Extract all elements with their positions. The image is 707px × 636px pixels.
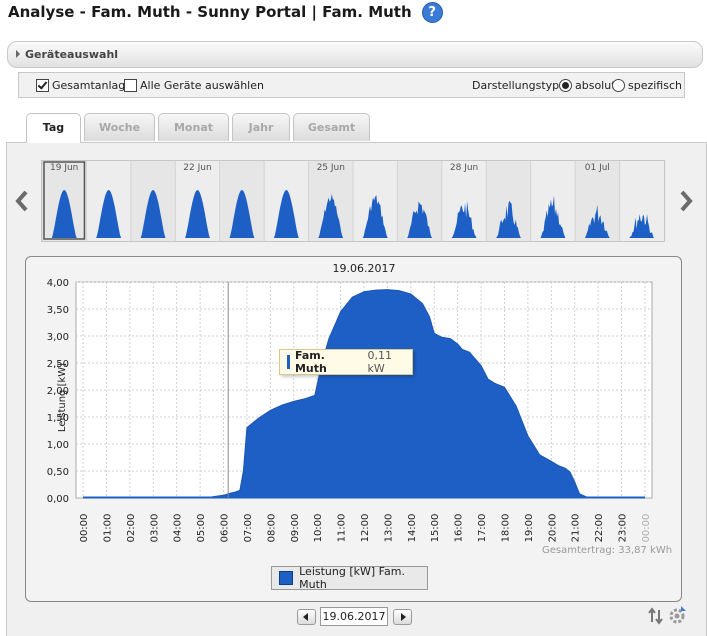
options-row: Gesamtanlage Alle Geräte auswählen Darst…	[18, 72, 685, 98]
geraeteauswahl-header[interactable]: Geräteauswahl	[16, 48, 118, 61]
help-icon[interactable]: ?	[421, 1, 443, 23]
day-overview-thumbnails[interactable]: 19 Jun 22 Jun 25 Jun 28 Jun 01 Jul	[41, 161, 664, 241]
x-tick-label: 14:00	[407, 514, 418, 543]
y-tick-label: 1,00	[47, 440, 69, 451]
radio-selected-icon[interactable]	[559, 79, 572, 92]
darstellungstyp-label: Darstellungstyp:	[472, 79, 563, 92]
x-tick-label: 18:00	[500, 514, 511, 543]
x-tick-label: 19:00	[524, 514, 535, 543]
x-tick-label: 00:00	[641, 514, 652, 543]
overview-date-label: 19 Jun	[50, 163, 78, 173]
chart-tooltip: Fam. Muth 0,11 kW	[279, 349, 413, 375]
x-tick-label: 16:00	[454, 514, 465, 543]
x-tick-label: 09:00	[290, 514, 301, 543]
legend-swatch	[279, 571, 294, 585]
gesamtanlage-checkbox[interactable]: Gesamtanlage	[36, 79, 132, 92]
gesamtertrag-text: Gesamtertrag: 33,87 kWh	[542, 545, 673, 556]
left-triangle-icon	[303, 613, 308, 621]
page-title: Analyse - Fam. Muth - Sunny Portal | Fam…	[8, 0, 443, 24]
x-tick-label: 01:00	[102, 514, 113, 543]
x-tick-label: 21:00	[571, 514, 582, 543]
absolut-label: absolut	[575, 79, 616, 92]
right-triangle-icon	[401, 613, 406, 621]
chart-title: 19.06.2017	[333, 262, 396, 275]
next-day-button[interactable]	[393, 609, 412, 625]
alle-geraete-label: Alle Geräte auswählen	[140, 79, 264, 92]
x-tick-label: 12:00	[360, 514, 371, 543]
y-tick-label: 4,00	[47, 278, 69, 289]
sort-icon[interactable]	[647, 607, 665, 625]
y-tick-label: 0,00	[47, 494, 69, 505]
overview-date-label: 28 Jun	[450, 163, 478, 173]
overview-day-curve	[318, 193, 344, 238]
x-tick-label: 02:00	[126, 514, 137, 543]
date-input[interactable]: 19.06.2017	[320, 607, 388, 626]
x-tick-label: 10:00	[313, 514, 324, 543]
checkbox-unchecked-icon[interactable]	[124, 79, 137, 92]
tooltip-series-name: Fam. Muth	[294, 349, 327, 375]
expand-triangle-icon	[16, 50, 20, 58]
x-tick-label: 17:00	[477, 514, 488, 543]
tab-woche[interactable]: Woche	[84, 113, 155, 141]
overview-day-curve	[496, 200, 521, 238]
absolut-radio[interactable]: absolut	[559, 79, 616, 92]
gesamtanlage-label: Gesamtanlage	[52, 79, 133, 92]
y-tick-label: 0,50	[47, 467, 69, 478]
y-axis-label: Leistung [kW]	[57, 362, 69, 433]
settings-gear-icon[interactable]	[667, 605, 687, 625]
x-tick-label: 07:00	[243, 514, 254, 543]
overview-day-curve	[229, 190, 255, 238]
tab-jahr[interactable]: Jahr	[232, 113, 290, 141]
overview-date-label: 25 Jun	[317, 163, 345, 173]
x-tick-label: 11:00	[337, 514, 348, 543]
x-tick-label: 06:00	[220, 514, 231, 543]
x-tick-label: 04:00	[173, 514, 184, 543]
overview-day-curve	[584, 204, 610, 238]
chart-legend[interactable]: Leistung [kW] Fam. Muth	[271, 565, 428, 591]
y-tick-label: 3,50	[47, 305, 69, 316]
spezifisch-radio[interactable]: spezifisch	[612, 79, 682, 92]
x-tick-label: 13:00	[383, 514, 394, 543]
radio-unselected-icon[interactable]	[612, 79, 625, 92]
overview-day-curve	[407, 201, 433, 238]
spezifisch-label: spezifisch	[628, 79, 682, 92]
page-title-text: Analyse - Fam. Muth - Sunny Portal | Fam…	[8, 3, 412, 21]
next-arrow-icon[interactable]	[679, 189, 693, 213]
x-tick-label: 20:00	[547, 514, 558, 543]
x-tick-label: 05:00	[196, 514, 207, 543]
x-tick-label: 08:00	[266, 514, 277, 543]
alle-geraete-checkbox[interactable]: Alle Geräte auswählen	[124, 79, 264, 92]
tab-tag[interactable]: Tag	[26, 113, 81, 143]
legend-label: Leistung [kW] Fam. Muth	[299, 565, 405, 591]
tab-gesamt[interactable]: Gesamt	[293, 113, 370, 141]
x-tick-label: 00:00	[79, 514, 90, 543]
day-overview-strip[interactable]: 19 Jun 22 Jun 25 Jun 28 Jun 01 Jul	[41, 160, 665, 242]
overview-date-label: 01 Jul	[585, 163, 610, 173]
x-tick-label: 03:00	[149, 514, 160, 543]
tab-monat[interactable]: Monat	[158, 113, 229, 141]
x-tick-label: 22:00	[594, 514, 605, 543]
geraeteauswahl-label: Geräteauswahl	[25, 48, 119, 61]
tooltip-value: 0,11 kW	[367, 349, 393, 375]
previous-day-button[interactable]	[297, 609, 316, 625]
overview-day-curve	[51, 190, 77, 238]
x-tick-label: 23:00	[618, 514, 629, 543]
y-tick-label: 3,00	[47, 332, 69, 343]
previous-arrow-icon[interactable]	[15, 189, 29, 213]
x-tick-label: 15:00	[430, 514, 441, 543]
geraeteauswahl-panel[interactable]: Geräteauswahl	[7, 41, 703, 68]
overview-date-label: 22 Jun	[183, 163, 211, 173]
tooltip-series-marker	[287, 355, 290, 369]
overview-day-curve	[140, 190, 166, 238]
checkbox-checked-icon[interactable]	[36, 79, 49, 92]
